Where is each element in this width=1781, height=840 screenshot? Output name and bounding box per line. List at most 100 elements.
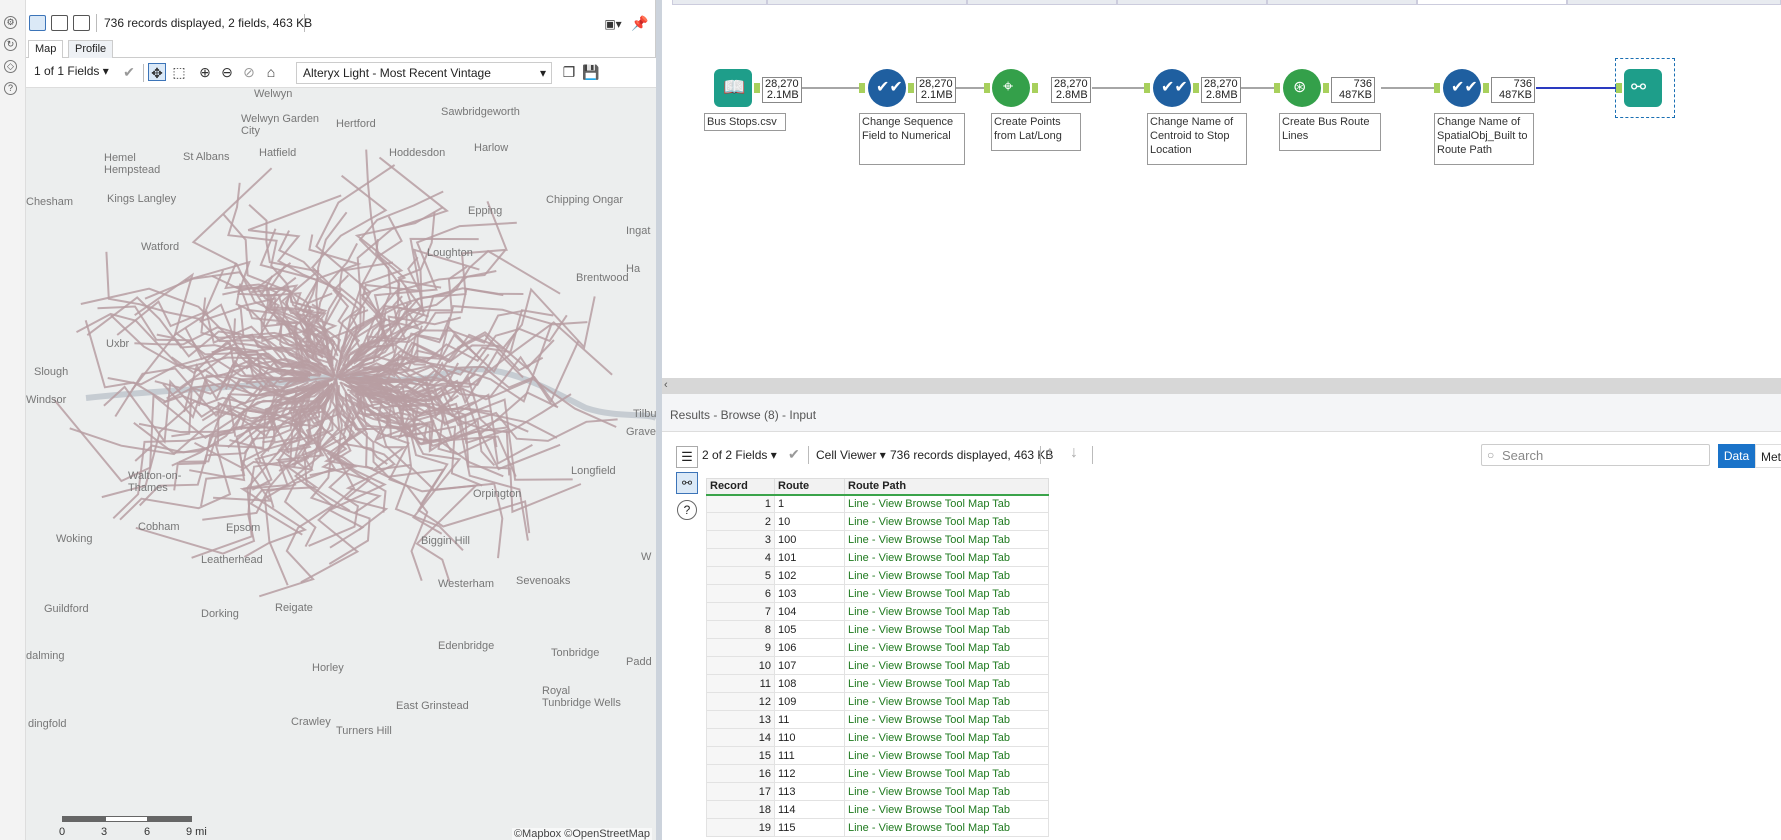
input-data-tool[interactable]: 📖 bbox=[714, 69, 752, 107]
table-row[interactable]: 13 11 Line - View Browse Tool Map Tab bbox=[706, 710, 1049, 729]
input-anchor[interactable] bbox=[1144, 83, 1150, 93]
route-path-cell[interactable]: Line - View Browse Tool Map Tab bbox=[844, 638, 1049, 657]
record-cell[interactable]: 2 bbox=[706, 512, 775, 531]
select-rect-icon[interactable]: ⬚ bbox=[170, 63, 188, 81]
split-horizontal-button[interactable] bbox=[73, 15, 90, 31]
tab-map[interactable]: Map bbox=[28, 40, 64, 59]
route-path-cell[interactable]: Line - View Browse Tool Map Tab bbox=[844, 764, 1049, 783]
record-cell[interactable]: 1 bbox=[706, 494, 775, 513]
route-path-cell[interactable]: Line - View Browse Tool Map Tab bbox=[844, 818, 1049, 837]
metadata-button[interactable]: Metadata bbox=[1755, 444, 1781, 468]
select-tool[interactable]: ✔✔ bbox=[868, 69, 906, 107]
route-cell[interactable]: 104 bbox=[774, 602, 845, 621]
table-row[interactable]: 17 113 Line - View Browse Tool Map Tab bbox=[706, 782, 1049, 801]
record-cell[interactable]: 16 bbox=[706, 764, 775, 783]
arrow-down-icon[interactable]: ↓ bbox=[1070, 444, 1078, 462]
input-anchor[interactable] bbox=[984, 83, 990, 93]
record-cell[interactable]: 3 bbox=[706, 530, 775, 549]
workflow-canvas[interactable]: 📖 28,270 2.1MB Bus Stops.csv ✔✔ 28,270 2.1… bbox=[662, 0, 1781, 394]
table-row[interactable]: 11 108 Line - View Browse Tool Map Tab bbox=[706, 674, 1049, 693]
home-icon[interactable]: ⌂ bbox=[262, 63, 280, 81]
record-cell[interactable]: 11 bbox=[706, 674, 775, 693]
route-cell[interactable]: 102 bbox=[774, 566, 845, 585]
route-cell[interactable]: 1 bbox=[774, 494, 845, 513]
output-anchor[interactable] bbox=[1032, 83, 1038, 93]
input-anchor[interactable] bbox=[1434, 83, 1440, 93]
route-cell[interactable]: 106 bbox=[774, 638, 845, 657]
table-row[interactable]: 4 101 Line - View Browse Tool Map Tab bbox=[706, 548, 1049, 567]
output-anchor[interactable] bbox=[1483, 83, 1489, 93]
route-cell[interactable]: 105 bbox=[774, 620, 845, 639]
create-points-tool[interactable]: ⌖ bbox=[992, 69, 1030, 107]
help-icon[interactable]: ? bbox=[677, 500, 697, 520]
route-cell[interactable]: 100 bbox=[774, 530, 845, 549]
table-row[interactable]: 16 112 Line - View Browse Tool Map Tab bbox=[706, 764, 1049, 783]
zoom-selection-icon[interactable]: ⊘ bbox=[240, 63, 258, 81]
output-anchor[interactable] bbox=[1193, 83, 1199, 93]
record-cell[interactable]: 8 bbox=[706, 620, 775, 639]
record-cell[interactable]: 4 bbox=[706, 548, 775, 567]
data-button[interactable]: Data bbox=[1718, 444, 1755, 468]
table-row[interactable]: 10 107 Line - View Browse Tool Map Tab bbox=[706, 656, 1049, 675]
output-anchor[interactable] bbox=[1323, 83, 1329, 93]
help-icon[interactable]: ? bbox=[4, 82, 17, 95]
table-row[interactable]: 6 103 Line - View Browse Tool Map Tab bbox=[706, 584, 1049, 603]
list-icon[interactable]: ☰ bbox=[676, 446, 698, 468]
table-row[interactable]: 8 105 Line - View Browse Tool Map Tab bbox=[706, 620, 1049, 639]
route-cell[interactable]: 110 bbox=[774, 728, 845, 747]
table-row[interactable]: 1 1 Line - View Browse Tool Map Tab bbox=[706, 494, 1049, 513]
record-cell[interactable]: 18 bbox=[706, 800, 775, 819]
route-cell[interactable]: 11 bbox=[774, 710, 845, 729]
record-cell[interactable]: 19 bbox=[706, 818, 775, 837]
route-cell[interactable]: 114 bbox=[774, 800, 845, 819]
cell-viewer-select[interactable]: Cell Viewer ▾ bbox=[816, 448, 886, 462]
input-anchor[interactable] bbox=[1274, 83, 1280, 93]
column-header[interactable]: Route Path bbox=[844, 478, 1049, 496]
record-cell[interactable]: 12 bbox=[706, 692, 775, 711]
search-input[interactable]: ○ Search bbox=[1481, 444, 1710, 466]
route-cell[interactable]: 109 bbox=[774, 692, 845, 711]
record-cell[interactable]: 14 bbox=[706, 728, 775, 747]
map-view[interactable]: Welwyn Sawbridgeworth Welwyn Garden City He… bbox=[26, 88, 656, 840]
output-anchor[interactable] bbox=[754, 83, 760, 93]
route-path-cell[interactable]: Line - View Browse Tool Map Tab bbox=[844, 728, 1049, 747]
record-cell[interactable]: 9 bbox=[706, 638, 775, 657]
record-cell[interactable]: 7 bbox=[706, 602, 775, 621]
table-row[interactable]: 12 109 Line - View Browse Tool Map Tab bbox=[706, 692, 1049, 711]
route-cell[interactable]: 10 bbox=[774, 512, 845, 531]
refresh-icon[interactable]: ↻ bbox=[4, 38, 17, 51]
record-cell[interactable]: 17 bbox=[706, 782, 775, 801]
table-row[interactable]: 2 10 Line - View Browse Tool Map Tab bbox=[706, 512, 1049, 531]
pin-icon[interactable]: 📌 bbox=[631, 14, 649, 32]
route-path-cell[interactable]: Line - View Browse Tool Map Tab bbox=[844, 692, 1049, 711]
input-anchor[interactable] bbox=[859, 83, 865, 93]
apply-check-icon[interactable]: ✔ bbox=[120, 63, 138, 81]
zoom-out-icon[interactable]: ⊖ bbox=[218, 63, 236, 81]
record-cell[interactable]: 10 bbox=[706, 656, 775, 675]
poly-build-tool[interactable]: ⊛ bbox=[1283, 69, 1321, 107]
route-path-cell[interactable]: Line - View Browse Tool Map Tab bbox=[844, 782, 1049, 801]
route-path-cell[interactable]: Line - View Browse Tool Map Tab bbox=[844, 494, 1049, 513]
route-path-cell[interactable]: Line - View Browse Tool Map Tab bbox=[844, 566, 1049, 585]
horizontal-scrollbar[interactable]: ‹ bbox=[662, 378, 1781, 394]
route-cell[interactable]: 111 bbox=[774, 746, 845, 765]
route-cell[interactable]: 112 bbox=[774, 764, 845, 783]
column-header[interactable]: Route bbox=[774, 478, 845, 496]
route-cell[interactable]: 113 bbox=[774, 782, 845, 801]
table-row[interactable]: 7 104 Line - View Browse Tool Map Tab bbox=[706, 602, 1049, 621]
single-view-button[interactable] bbox=[29, 15, 46, 31]
pan-icon[interactable]: ✥ bbox=[148, 63, 166, 81]
table-row[interactable]: 19 115 Line - View Browse Tool Map Tab bbox=[706, 818, 1049, 837]
fields-select[interactable]: 1 of 1 Fields ▾ bbox=[34, 64, 109, 78]
route-path-cell[interactable]: Line - View Browse Tool Map Tab bbox=[844, 674, 1049, 693]
input-anchor[interactable] bbox=[1616, 83, 1622, 93]
browse-tool[interactable]: ⚯ bbox=[1624, 69, 1662, 107]
route-path-cell[interactable]: Line - View Browse Tool Map Tab bbox=[844, 512, 1049, 531]
table-row[interactable]: 9 106 Line - View Browse Tool Map Tab bbox=[706, 638, 1049, 657]
route-path-cell[interactable]: Line - View Browse Tool Map Tab bbox=[844, 602, 1049, 621]
route-cell[interactable]: 103 bbox=[774, 584, 845, 603]
route-path-cell[interactable]: Line - View Browse Tool Map Tab bbox=[844, 656, 1049, 675]
route-cell[interactable]: 108 bbox=[774, 674, 845, 693]
split-vertical-button[interactable] bbox=[51, 15, 68, 31]
route-path-cell[interactable]: Line - View Browse Tool Map Tab bbox=[844, 710, 1049, 729]
